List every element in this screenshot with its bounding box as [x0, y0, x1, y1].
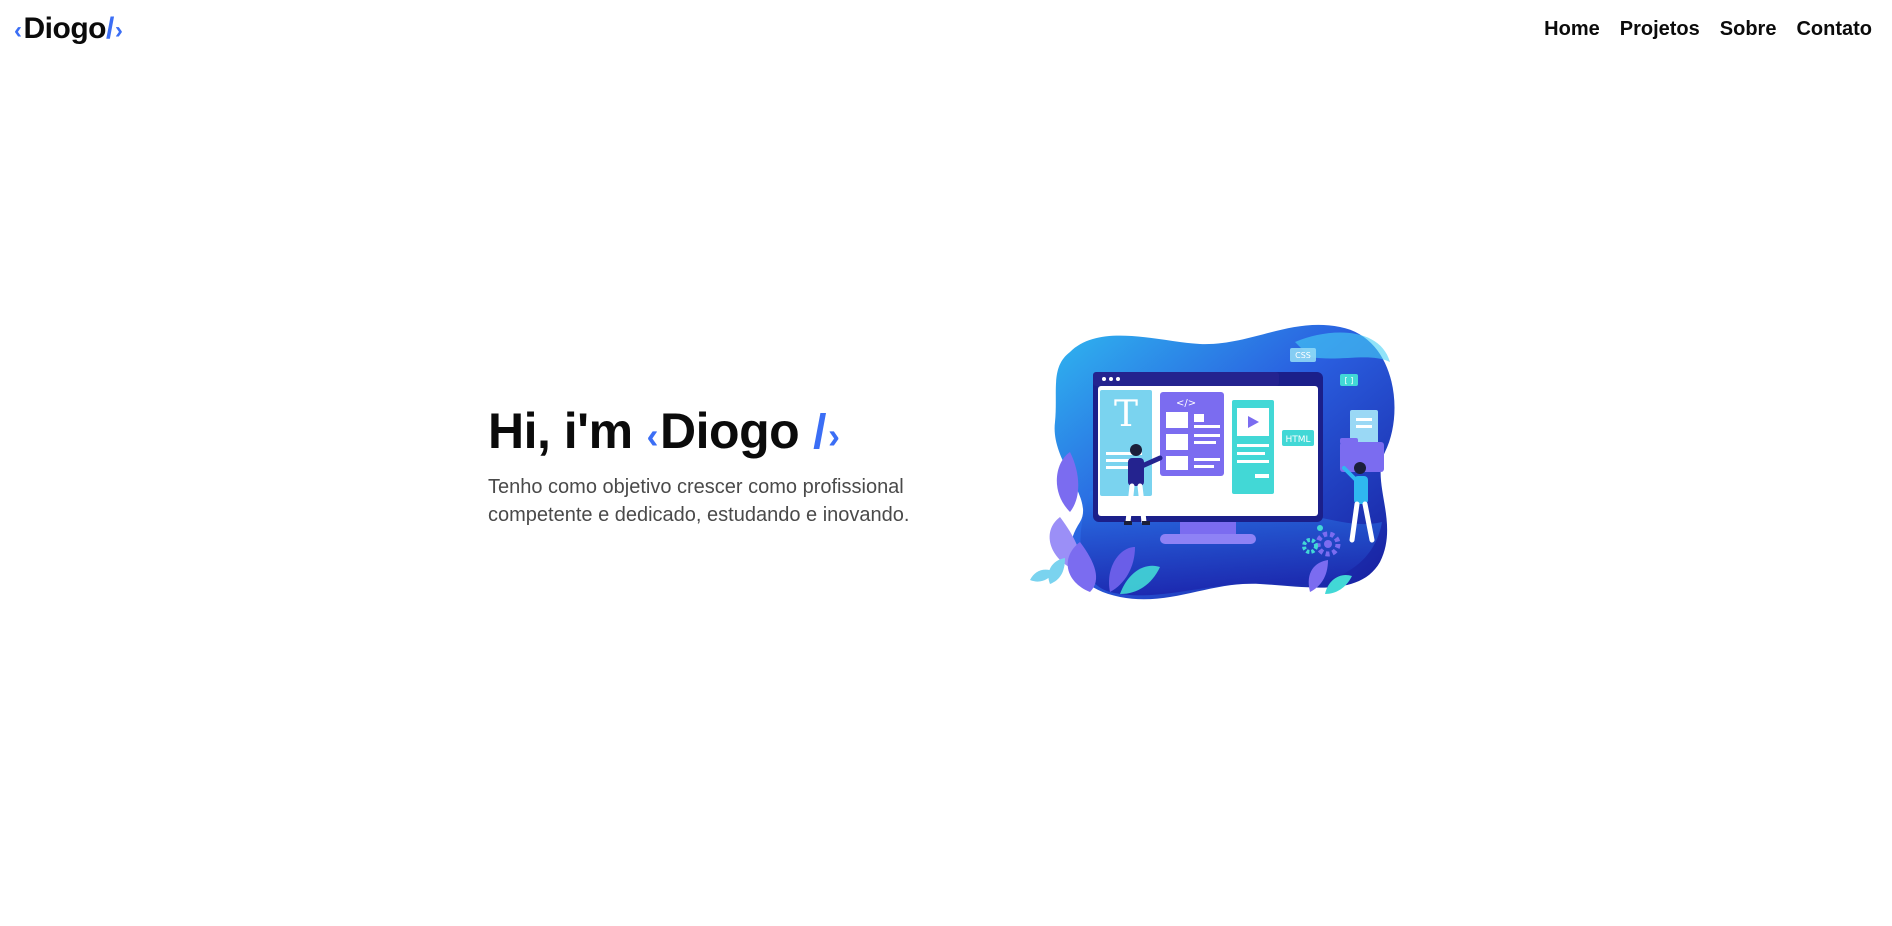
logo-close-bracket: › — [114, 17, 123, 44]
html-tag-label: HTML — [1285, 435, 1310, 445]
web-developer-illustration: T </> HTML CSS [ ] — [1010, 322, 1400, 602]
hero-title-prefix: Hi, i'm — [488, 403, 633, 459]
hero-title-close-bracket: › — [828, 415, 840, 456]
nav-link-sobre[interactable]: Sobre — [1720, 18, 1777, 41]
nav-link-home[interactable]: Home — [1544, 18, 1600, 41]
nav-menu: Home Projetos Sobre Contato — [1544, 18, 1872, 41]
code-label: </> — [1176, 398, 1196, 409]
navbar: ‹ Diogo / › Home Projetos Sobre Contato — [0, 0, 1892, 60]
hero-description: Tenho como objetivo crescer como profiss… — [488, 476, 910, 526]
logo-name: Diogo — [23, 12, 107, 45]
hero-title-open-bracket: ‹ — [646, 415, 659, 456]
hero-title: Hi, i'm ‹ Diogo / › — [488, 402, 948, 465]
css-tag-label: CSS — [1295, 351, 1311, 360]
hero-title-slash: / — [813, 406, 827, 459]
letter-t-label: T — [1114, 394, 1138, 435]
brackets-tag-label: [ ] — [1345, 376, 1354, 385]
hero-title-name: Diogo — [660, 403, 800, 459]
nav-link-contato[interactable]: Contato — [1796, 18, 1872, 41]
hero-section: Hi, i'm ‹ Diogo / › Tenho como objetivo … — [488, 402, 948, 529]
logo[interactable]: ‹ Diogo / › — [14, 12, 123, 46]
logo-open-bracket: ‹ — [14, 17, 22, 44]
nav-link-projetos[interactable]: Projetos — [1620, 18, 1700, 41]
logo-slash: / — [105, 12, 114, 45]
